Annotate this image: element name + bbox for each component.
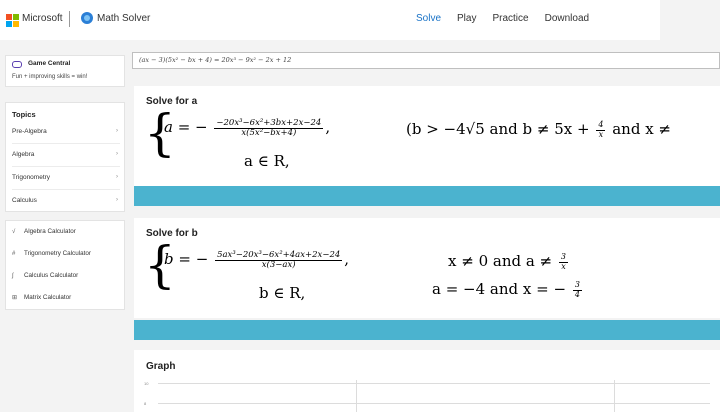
solution-a-domain: a ∈ R, (244, 152, 290, 170)
divider (12, 143, 120, 144)
topic-algebra[interactable]: Algebra › (12, 151, 120, 165)
topic-trigonometry[interactable]: Trigonometry › (12, 174, 120, 188)
link-calculus-calculator[interactable]: ∫ Calculus Calculator (12, 272, 124, 286)
solve-for-a-panel: Solve for a { a = − −20x³−6x²+3bx+2x−24 … (134, 86, 720, 186)
divider (12, 166, 120, 167)
y-tick-label: 8 (144, 401, 147, 406)
graph-title: Graph (146, 361, 176, 372)
chevron-right-icon: › (116, 128, 118, 134)
condition-b2-frac-den: 4 (574, 289, 580, 299)
solution-a-expression: a = − −20x³−6x²+3bx+2x−24 x(5x²−bx+4) , (164, 117, 331, 138)
calculators-card: √ Algebra Calculator # Trigonometry Calcul… (5, 220, 125, 310)
chevron-right-icon: › (116, 174, 118, 180)
show-steps-bar-b[interactable] (134, 320, 720, 340)
divider (12, 189, 120, 190)
topics-card: Topics Pre-Algebra › Algebra › Trigonome… (5, 102, 125, 212)
topic-label: Calculus (12, 197, 37, 204)
solution-b-denominator: x(3−ax) (261, 259, 296, 270)
condition-a-frac-den: x (598, 129, 604, 139)
solve-for-b-panel: Solve for b { b = − 5ax³−20x³−6x²+4ax+2x… (134, 218, 720, 318)
calculus-icon: ∫ (12, 273, 14, 279)
y-tick-label: 10 (144, 381, 149, 386)
condition-b1-frac-den: x (561, 261, 566, 271)
topic-calculus[interactable]: Calculus › (12, 197, 120, 211)
link-algebra-calculator[interactable]: √ Algebra Calculator (12, 228, 124, 242)
topic-label: Trigonometry (12, 174, 51, 181)
condition-b1-start: x ≠ 0 and a ≠ (448, 252, 553, 270)
show-steps-bar-a[interactable] (134, 186, 720, 206)
nav-download[interactable]: Download (545, 13, 589, 24)
nav-solve[interactable]: Solve (416, 13, 441, 24)
nav-play[interactable]: Play (457, 13, 476, 24)
graph-panel: Graph 10 8 (134, 350, 720, 412)
header-divider (69, 11, 70, 27)
gamepad-icon (12, 61, 22, 68)
condition-a-start: (b > −4√5 and b ≠ 5x + (406, 120, 590, 138)
link-matrix-calculator[interactable]: ⊞ Matrix Calculator (12, 294, 124, 308)
hash-icon: # (12, 251, 16, 257)
solution-a-denominator: x(5x²−bx+4) (241, 127, 297, 138)
app-name[interactable]: Math Solver (97, 13, 150, 24)
calculator-label: Trigonometry Calculator (24, 250, 91, 257)
chevron-right-icon: › (116, 151, 118, 157)
game-central-title: Game Central (28, 60, 71, 67)
solution-b-condition-1: x ≠ 0 and a ≠ 3 x (448, 252, 570, 271)
expression-input[interactable]: (ax − 3)(5x² − bx + 4) = 20x³ − 9x² − 2x… (132, 52, 720, 69)
math-solver-logo-icon (81, 12, 93, 24)
top-bar: Microsoft Math Solver Solve Play Practic… (0, 0, 660, 40)
topic-label: Algebra (12, 151, 35, 158)
link-trigonometry-calculator[interactable]: # Trigonometry Calculator (12, 250, 124, 264)
chevron-right-icon: › (116, 197, 118, 203)
microsoft-logo-icon (6, 14, 19, 27)
topic-pre-algebra[interactable]: Pre-Algebra › (12, 128, 120, 142)
solution-b-expression: b = − 5ax³−20x³−6x²+4ax+2x−24 x(3−ax) , (164, 249, 350, 270)
matrix-icon: ⊞ (12, 295, 18, 301)
solution-a-condition: (b > −4√5 and b ≠ 5x + 4 x and x ≠ (406, 120, 671, 139)
game-central-subtitle: Fun + improving skills = win! (12, 74, 88, 80)
game-central-card[interactable]: Game Central Fun + improving skills = wi… (5, 55, 125, 87)
condition-a-end: and x ≠ (612, 120, 671, 138)
grid-line (158, 383, 710, 384)
solution-b-lhs: b = − (164, 250, 209, 268)
calculator-label: Calculus Calculator (24, 272, 79, 279)
solution-b-condition-2: a = −4 and x = − 3 4 (432, 280, 584, 299)
grid-line (614, 380, 615, 412)
condition-b2-start: a = −4 and x = − (432, 280, 567, 298)
solution-a-numerator: −20x³−6x²+3bx+2x−24 (214, 117, 324, 129)
brand-name: Microsoft (22, 13, 63, 24)
solution-a-lhs: a = − (164, 118, 208, 136)
calculator-label: Matrix Calculator (24, 294, 72, 301)
main-nav: Solve Play Practice Download (416, 13, 589, 24)
topic-label: Pre-Algebra (12, 128, 47, 135)
topics-title: Topics (12, 110, 36, 119)
calculator-label: Algebra Calculator (24, 228, 76, 235)
grid-line (158, 403, 710, 404)
grid-line (356, 380, 357, 412)
nav-practice[interactable]: Practice (492, 13, 528, 24)
solution-b-numerator: 5ax³−20x³−6x²+4ax+2x−24 (215, 249, 343, 261)
solution-b-domain: b ∈ R, (259, 284, 306, 302)
square-root-icon: √ (12, 229, 16, 235)
